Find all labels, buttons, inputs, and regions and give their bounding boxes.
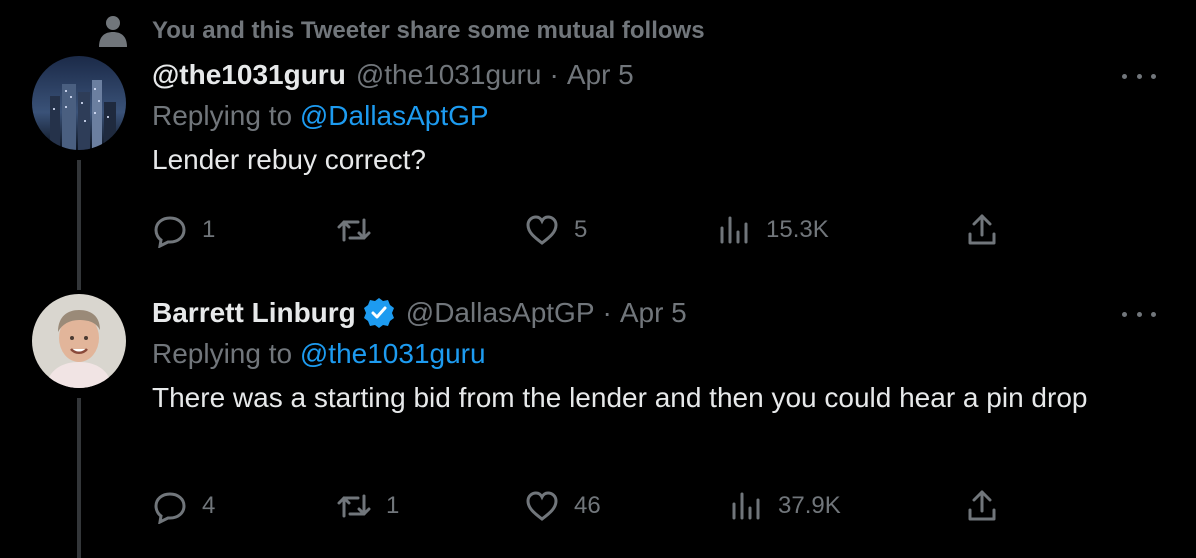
- thread-line: [77, 160, 81, 290]
- city-skyline-avatar-image: [32, 56, 126, 150]
- views-chart-icon: [720, 216, 748, 244]
- display-name[interactable]: @the1031guru: [152, 59, 346, 91]
- tweet[interactable]: Barrett Linburg @DallasAptGP · Apr 5 Rep…: [0, 294, 1196, 558]
- retweet-count: 1: [386, 492, 400, 519]
- view-count: 15.3K: [766, 216, 829, 243]
- social-context: You and this Tweeter share some mutual f…: [96, 14, 705, 48]
- tweet-text: There was a starting bid from the lender…: [152, 382, 1088, 413]
- separator: ·: [549, 59, 559, 90]
- tweet-actions: 4 1 46 37.9K: [152, 486, 1052, 526]
- handle[interactable]: @the1031guru: [356, 59, 542, 91]
- display-name[interactable]: Barrett Linburg: [152, 297, 356, 329]
- tweet-actions: 1 5 15.3K: [152, 210, 1052, 250]
- replying-to: Replying to @the1031guru: [152, 338, 1156, 374]
- like-button[interactable]: 46: [524, 486, 601, 526]
- handle[interactable]: @DallasAptGP: [406, 297, 595, 329]
- social-context-text: You and this Tweeter share some mutual f…: [152, 17, 705, 44]
- mention-link[interactable]: @the1031guru: [300, 338, 486, 369]
- reply-button[interactable]: 1: [152, 210, 215, 250]
- views-chart-icon: [732, 492, 760, 520]
- avatar[interactable]: [32, 56, 126, 150]
- tweet[interactable]: @the1031guru @the1031guru · Apr 5 Replyi…: [0, 56, 1196, 290]
- tweet-header: Barrett Linburg @DallasAptGP · Apr 5: [152, 294, 1156, 332]
- retweet-button[interactable]: 1: [336, 486, 399, 526]
- share-icon: [968, 490, 996, 521]
- more-options-icon[interactable]: [1122, 304, 1156, 324]
- profile-photo-avatar-image: [32, 294, 126, 388]
- like-count: 5: [574, 216, 588, 243]
- more-options-icon[interactable]: [1122, 66, 1156, 86]
- reply-icon: [154, 492, 186, 524]
- verified-badge-icon: [363, 298, 394, 328]
- replying-prefix: Replying to: [152, 338, 293, 369]
- reply-button[interactable]: 4: [152, 486, 215, 526]
- timestamp[interactable]: Apr 5: [620, 297, 687, 329]
- reply-icon: [154, 216, 186, 248]
- share-button[interactable]: [964, 210, 1000, 250]
- timestamp[interactable]: Apr 5: [567, 59, 634, 91]
- view-count: 37.9K: [778, 492, 841, 519]
- share-icon: [968, 214, 996, 245]
- like-button[interactable]: 5: [524, 210, 587, 250]
- heart-icon: [526, 491, 558, 521]
- replying-to: Replying to @DallasAptGP: [152, 100, 1156, 136]
- retweet-icon: [337, 218, 371, 242]
- tweet-header: @the1031guru @the1031guru · Apr 5: [152, 56, 1156, 94]
- views-button[interactable]: 15.3K: [716, 210, 829, 250]
- thread-line-bottom: [77, 398, 81, 558]
- views-button[interactable]: 37.9K: [728, 486, 841, 526]
- reply-count: 1: [202, 216, 216, 243]
- share-button[interactable]: [964, 486, 1000, 526]
- mention-link[interactable]: @DallasAptGP: [300, 100, 489, 131]
- like-count: 46: [574, 492, 601, 519]
- separator: ·: [602, 297, 612, 328]
- retweet-icon: [337, 494, 371, 518]
- reply-count: 4: [202, 492, 216, 519]
- retweet-button[interactable]: [336, 210, 386, 250]
- person-icon: [99, 16, 127, 47]
- heart-icon: [526, 215, 558, 245]
- avatar[interactable]: [32, 294, 126, 388]
- replying-prefix: Replying to: [152, 100, 293, 131]
- tweet-text: Lender rebuy correct?: [152, 144, 426, 175]
